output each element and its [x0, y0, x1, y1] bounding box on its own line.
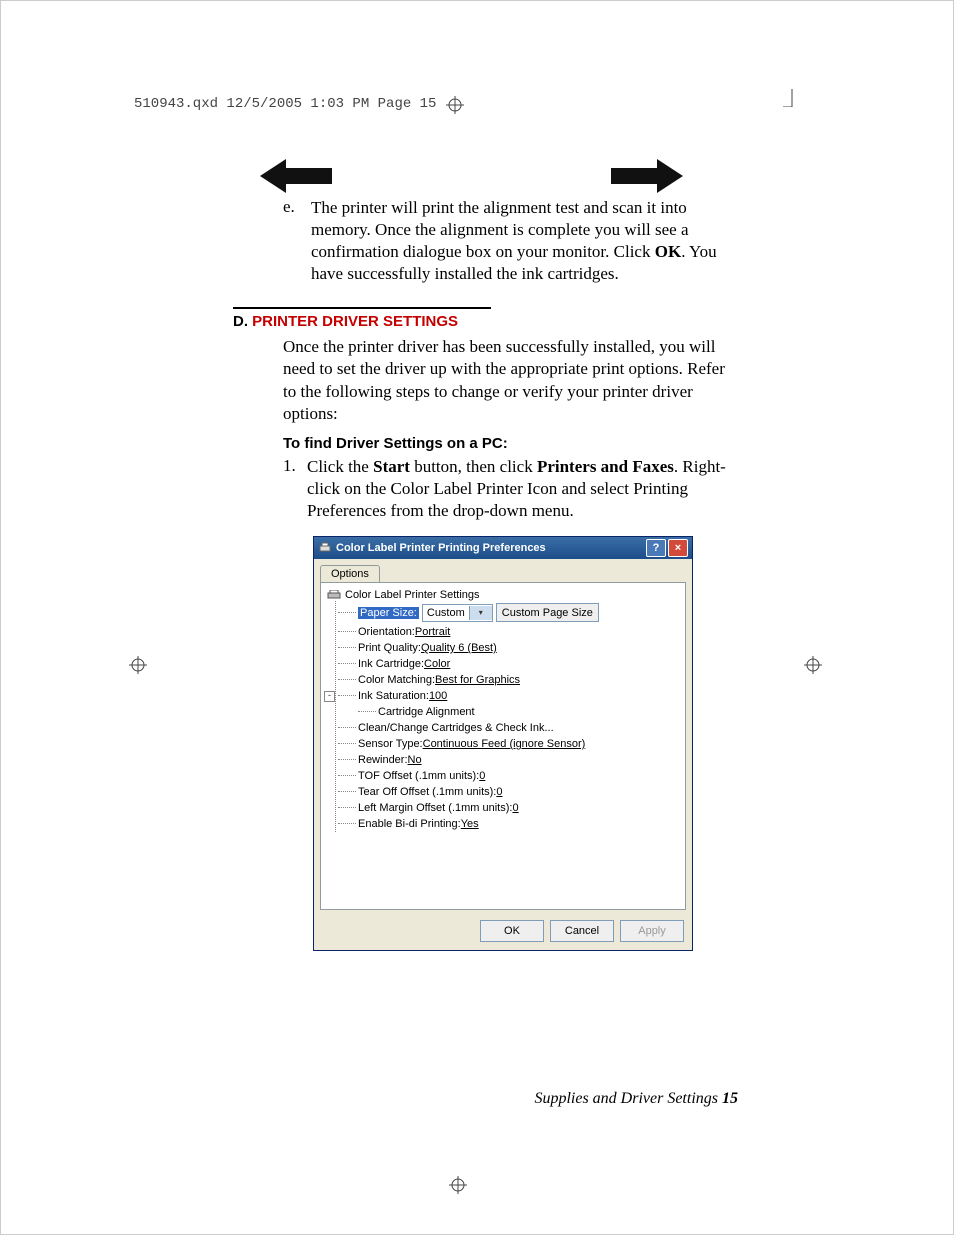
next-page-arrow-icon[interactable] — [611, 159, 683, 193]
tree-children: Paper Size: Custom ▾ Custom Page Size Or… — [335, 601, 679, 832]
list-item-1: 1. Click the Start button, then click Pr… — [283, 456, 738, 522]
registration-mark-icon — [804, 656, 822, 674]
cancel-button[interactable]: Cancel — [550, 920, 614, 942]
section-prefix: D. — [233, 313, 252, 330]
paragraph: Once the printer driver has been success… — [283, 336, 738, 424]
label: Clean/Change Cartridges & Check Ink... — [358, 722, 554, 734]
label: Ink Cartridge: — [358, 658, 424, 670]
label: Sensor Type: — [358, 738, 423, 750]
label: Print Quality: — [358, 642, 421, 654]
text: The printer will print the alignment tes… — [311, 198, 689, 261]
previous-page-arrow-icon[interactable] — [260, 159, 332, 193]
dropdown-value: Custom — [423, 607, 469, 619]
value: Yes — [461, 818, 479, 830]
label: Cartridge Alignment — [378, 706, 475, 718]
value: Best for Graphics — [435, 674, 520, 686]
list-item-e: e. The printer will print the alignment … — [283, 197, 738, 285]
text-bold: OK — [655, 242, 681, 261]
value: Quality 6 (Best) — [421, 642, 497, 654]
section-heading: D. PRINTER DRIVER SETTINGS — [233, 313, 738, 330]
section-rule — [233, 307, 491, 309]
tree-item-tear-off-offset[interactable]: Tear Off Offset (.1mm units): 0 — [338, 784, 679, 800]
value: No — [408, 754, 422, 766]
label: Ink Saturation: — [358, 690, 429, 702]
label: TOF Offset (.1mm units): — [358, 770, 479, 782]
printer-icon — [318, 541, 332, 555]
value: 100 — [429, 690, 447, 702]
label: Paper Size: — [358, 607, 419, 619]
tree-item-sensor-type[interactable]: Sensor Type: Continuous Feed (ignore Sen… — [338, 736, 679, 752]
page-content: e. The printer will print the alignment … — [233, 197, 738, 951]
text: Click the — [307, 457, 373, 476]
label: Left Margin Offset (.1mm units): — [358, 802, 512, 814]
value: 0 — [479, 770, 485, 782]
value: Continuous Feed (ignore Sensor) — [423, 738, 586, 750]
tree-root-label: Color Label Printer Settings — [345, 589, 480, 601]
tree-item-color-matching[interactable]: Color Matching: Best for Graphics — [338, 672, 679, 688]
manual-page: 510943.qxd 12/5/2005 1:03 PM Page 15 e. … — [0, 0, 954, 1235]
options-panel: Color Label Printer Settings Paper Size:… — [320, 582, 686, 910]
list-marker: 1. — [283, 456, 307, 522]
text-bold: Printers and Faxes — [537, 457, 674, 476]
tree-item-print-quality[interactable]: Print Quality: Quality 6 (Best) — [338, 640, 679, 656]
label: Tear Off Offset (.1mm units): — [358, 786, 496, 798]
tree-item-paper-size[interactable]: Paper Size: Custom ▾ Custom Page Size — [338, 601, 679, 624]
window-controls: ? × — [646, 539, 688, 557]
label: Rewinder: — [358, 754, 408, 766]
prepress-header: 510943.qxd 12/5/2005 1:03 PM Page 15 — [134, 96, 436, 112]
dialog-title: Color Label Printer Printing Preferences — [336, 542, 546, 554]
tree-item-ink-saturation[interactable]: -Ink Saturation: 100 — [338, 688, 679, 704]
close-button[interactable]: × — [668, 539, 688, 557]
tree-item-orientation[interactable]: Orientation: Portrait — [338, 624, 679, 640]
custom-page-size-button[interactable]: Custom Page Size — [496, 603, 599, 622]
list-body: Click the Start button, then click Print… — [307, 456, 738, 522]
printer-settings-icon — [327, 590, 341, 600]
tree-item-tof-offset[interactable]: TOF Offset (.1mm units): 0 — [338, 768, 679, 784]
page-footer: Supplies and Driver Settings 15 — [534, 1090, 738, 1108]
list-body: The printer will print the alignment tes… — [311, 197, 738, 285]
tree-item-left-margin-offset[interactable]: Left Margin Offset (.1mm units): 0 — [338, 800, 679, 816]
tree-item-cartridge-alignment[interactable]: Cartridge Alignment — [358, 704, 679, 720]
tree-item-rewinder[interactable]: Rewinder: No — [338, 752, 679, 768]
subheading: To find Driver Settings on a PC: — [283, 435, 738, 452]
chevron-down-icon: ▾ — [469, 606, 492, 620]
label: Enable Bi-di Printing: — [358, 818, 461, 830]
page-number: 15 — [722, 1090, 738, 1107]
tree-item-enable-bidi[interactable]: Enable Bi-di Printing: Yes — [338, 816, 679, 832]
paper-size-dropdown[interactable]: Custom ▾ — [422, 604, 493, 622]
value: 0 — [496, 786, 502, 798]
value: Portrait — [415, 626, 450, 638]
tab-options[interactable]: Options — [320, 565, 380, 582]
tree-item-clean-change[interactable]: Clean/Change Cartridges & Check Ink... — [338, 720, 679, 736]
ok-button[interactable]: OK — [480, 920, 544, 942]
value: Color — [424, 658, 450, 670]
section-title-text: PRINTER DRIVER SETTINGS — [252, 313, 458, 330]
crop-mark-icon — [783, 89, 801, 107]
dialog-button-row: OK Cancel Apply — [314, 916, 692, 950]
tree-root: Color Label Printer Settings — [327, 589, 679, 601]
text: button, then click — [410, 457, 537, 476]
tree-item-ink-cartridge[interactable]: Ink Cartridge: Color — [338, 656, 679, 672]
label: Orientation: — [358, 626, 415, 638]
registration-mark-icon — [446, 96, 464, 114]
text-bold: Start — [373, 457, 410, 476]
help-button[interactable]: ? — [646, 539, 666, 557]
registration-mark-icon — [129, 656, 147, 674]
printing-preferences-dialog: Color Label Printer Printing Preferences… — [313, 536, 693, 951]
value: 0 — [512, 802, 518, 814]
titlebar: Color Label Printer Printing Preferences… — [314, 537, 692, 559]
tab-strip: Options — [314, 559, 692, 582]
expand-toggle-icon[interactable]: - — [324, 691, 335, 702]
footer-text: Supplies and Driver Settings — [534, 1090, 722, 1107]
list-marker: e. — [283, 197, 311, 285]
registration-mark-icon — [449, 1176, 467, 1194]
apply-button: Apply — [620, 920, 684, 942]
label: Color Matching: — [358, 674, 435, 686]
